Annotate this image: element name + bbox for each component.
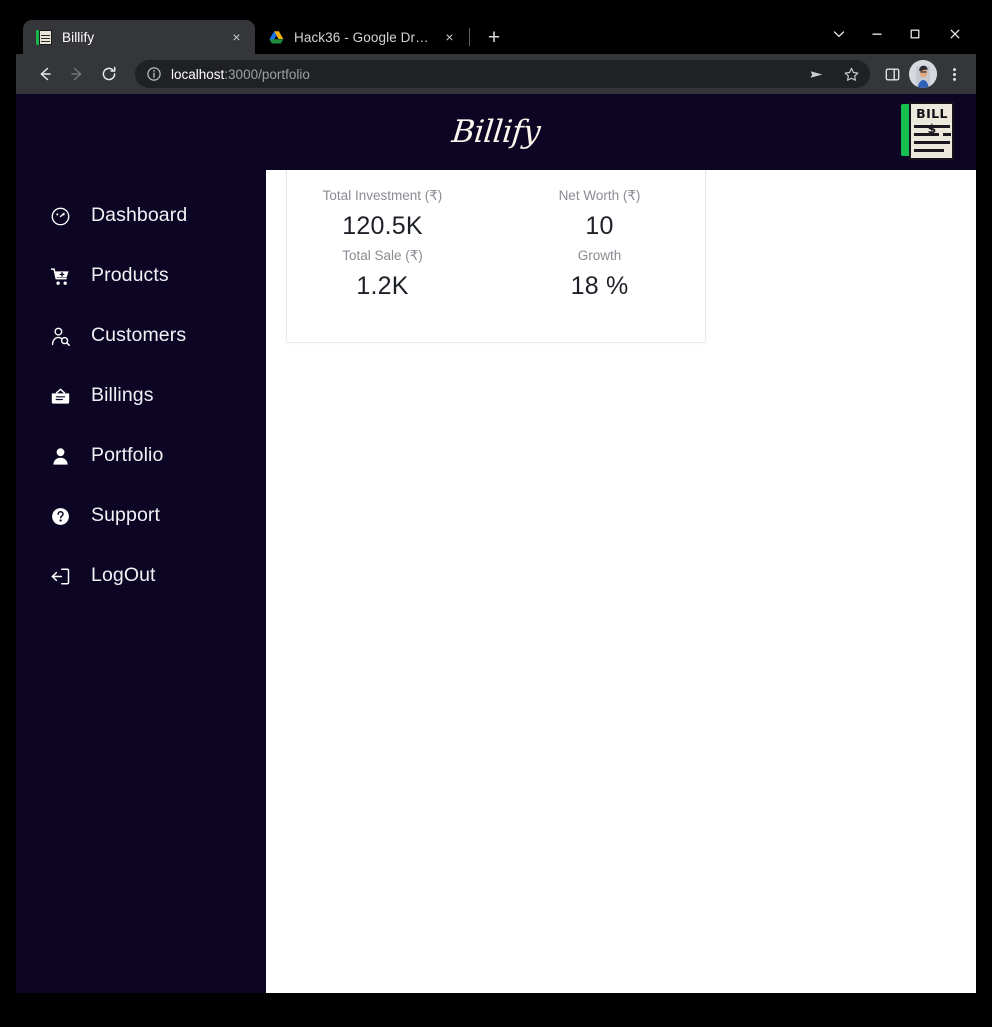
tab-title: Hack36 - Google Drive [294, 29, 431, 45]
sidebar-item-label: Billings [91, 384, 154, 407]
brand-logo: Billify [450, 114, 542, 150]
sidebar-item-products[interactable]: Products [16, 246, 266, 306]
browser-tab-billify[interactable]: Billify × [23, 20, 255, 54]
stat-total-investment: Total Investment (₹) 120.5K [287, 185, 496, 245]
stat-label: Net Worth (₹) [558, 188, 641, 203]
user-avatar[interactable] [909, 60, 937, 88]
url-path: :3000/portfolio [224, 66, 310, 82]
page-viewport: Dashboard Products Customers Billings Po… [16, 94, 976, 993]
browser-toolbar: localhost:3000/portfolio [16, 54, 976, 94]
stat-label: Growth [577, 248, 622, 264]
url-text: localhost:3000/portfolio [171, 67, 794, 82]
side-panel-icon[interactable] [878, 60, 906, 88]
tab-title: Billify [62, 29, 95, 45]
toolbar-actions [878, 60, 968, 88]
tab-search-chevron-down-icon[interactable] [820, 14, 858, 54]
sidebar-item-label: Support [91, 504, 160, 527]
stat-net-worth: Net Worth (₹) 10 [496, 185, 705, 245]
stat-growth: Growth 18 % [496, 245, 705, 305]
sidebar-item-label: Products [91, 264, 169, 287]
brand-bill-badge[interactable]: BILL $ [900, 101, 960, 165]
window-controls [820, 14, 976, 54]
stat-label: Total Sale (₹) [342, 248, 423, 264]
stat-value: 18 % [570, 271, 629, 300]
person-filled-icon [50, 446, 71, 467]
address-bar[interactable]: localhost:3000/portfolio [135, 60, 870, 88]
sidebar-item-label: Customers [91, 324, 187, 347]
minimize-window-button[interactable] [858, 14, 896, 54]
new-tab-button[interactable]: + [480, 23, 508, 51]
sidebar-item-support[interactable]: Support [16, 486, 266, 546]
stat-value: 1.2K [356, 271, 409, 300]
logout-arrow-icon [50, 566, 71, 587]
app-header: Billify BILL $ [16, 94, 976, 170]
google-drive-icon [268, 29, 285, 46]
sidebar-item-dashboard[interactable]: Dashboard [16, 186, 266, 246]
send-arrow-icon[interactable] [803, 61, 829, 87]
app-sidebar: Dashboard Products Customers Billings Po… [16, 94, 266, 993]
url-host: localhost [171, 66, 225, 82]
stat-label: Total Investment (₹) [322, 188, 443, 203]
close-window-button[interactable] [934, 14, 976, 54]
info-circle-icon[interactable] [146, 66, 162, 82]
sidebar-item-customers[interactable]: Customers [16, 306, 266, 366]
sidebar-nav-list: Dashboard Products Customers Billings Po… [16, 186, 266, 606]
browser-tab-strip: Billify × Hack36 - Google Drive × + [16, 14, 976, 54]
three-dot-menu-icon[interactable] [940, 60, 968, 88]
forward-button[interactable] [62, 59, 92, 89]
person-search-icon [50, 326, 71, 347]
sidebar-item-billings[interactable]: Billings [16, 366, 266, 426]
stat-value: 10 [585, 211, 614, 240]
tab-divider [469, 28, 470, 46]
speedometer-icon [50, 206, 71, 227]
sidebar-item-logout[interactable]: LogOut [16, 546, 266, 606]
browser-tab-hack36-google-drive[interactable]: Hack36 - Google Drive × [255, 20, 468, 54]
star-icon[interactable] [838, 61, 864, 87]
card-body: Total Investment (₹) 120.5K Net Worth (₹… [287, 163, 705, 342]
briefcase-icon [50, 386, 71, 407]
browser-window: Billify × Hack36 - Google Drive × + loca… [16, 14, 976, 993]
badge-text: BILL $ [916, 106, 948, 136]
stat-grid: Total Investment (₹) 120.5K Net Worth (₹… [287, 185, 705, 306]
sidebar-item-portfolio[interactable]: Portfolio [16, 426, 266, 486]
close-icon[interactable]: × [227, 28, 246, 47]
sidebar-item-label: Dashboard [91, 204, 188, 227]
reload-button[interactable] [94, 59, 124, 89]
sidebar-item-label: Portfolio [91, 444, 164, 467]
stat-value: 120.5K [342, 211, 423, 240]
shopping-cart-plus-icon [50, 266, 71, 287]
maximize-window-button[interactable] [896, 14, 934, 54]
close-icon[interactable]: × [440, 28, 459, 47]
main-content: Sale Summary Total Investment (₹) 120.5K… [266, 94, 976, 993]
help-circle-icon [50, 506, 71, 527]
stat-total-sale: Total Sale (₹) 1.2K [287, 245, 496, 305]
sidebar-item-label: LogOut [91, 564, 156, 587]
bill-receipt-icon [36, 29, 53, 46]
back-button[interactable] [30, 59, 60, 89]
